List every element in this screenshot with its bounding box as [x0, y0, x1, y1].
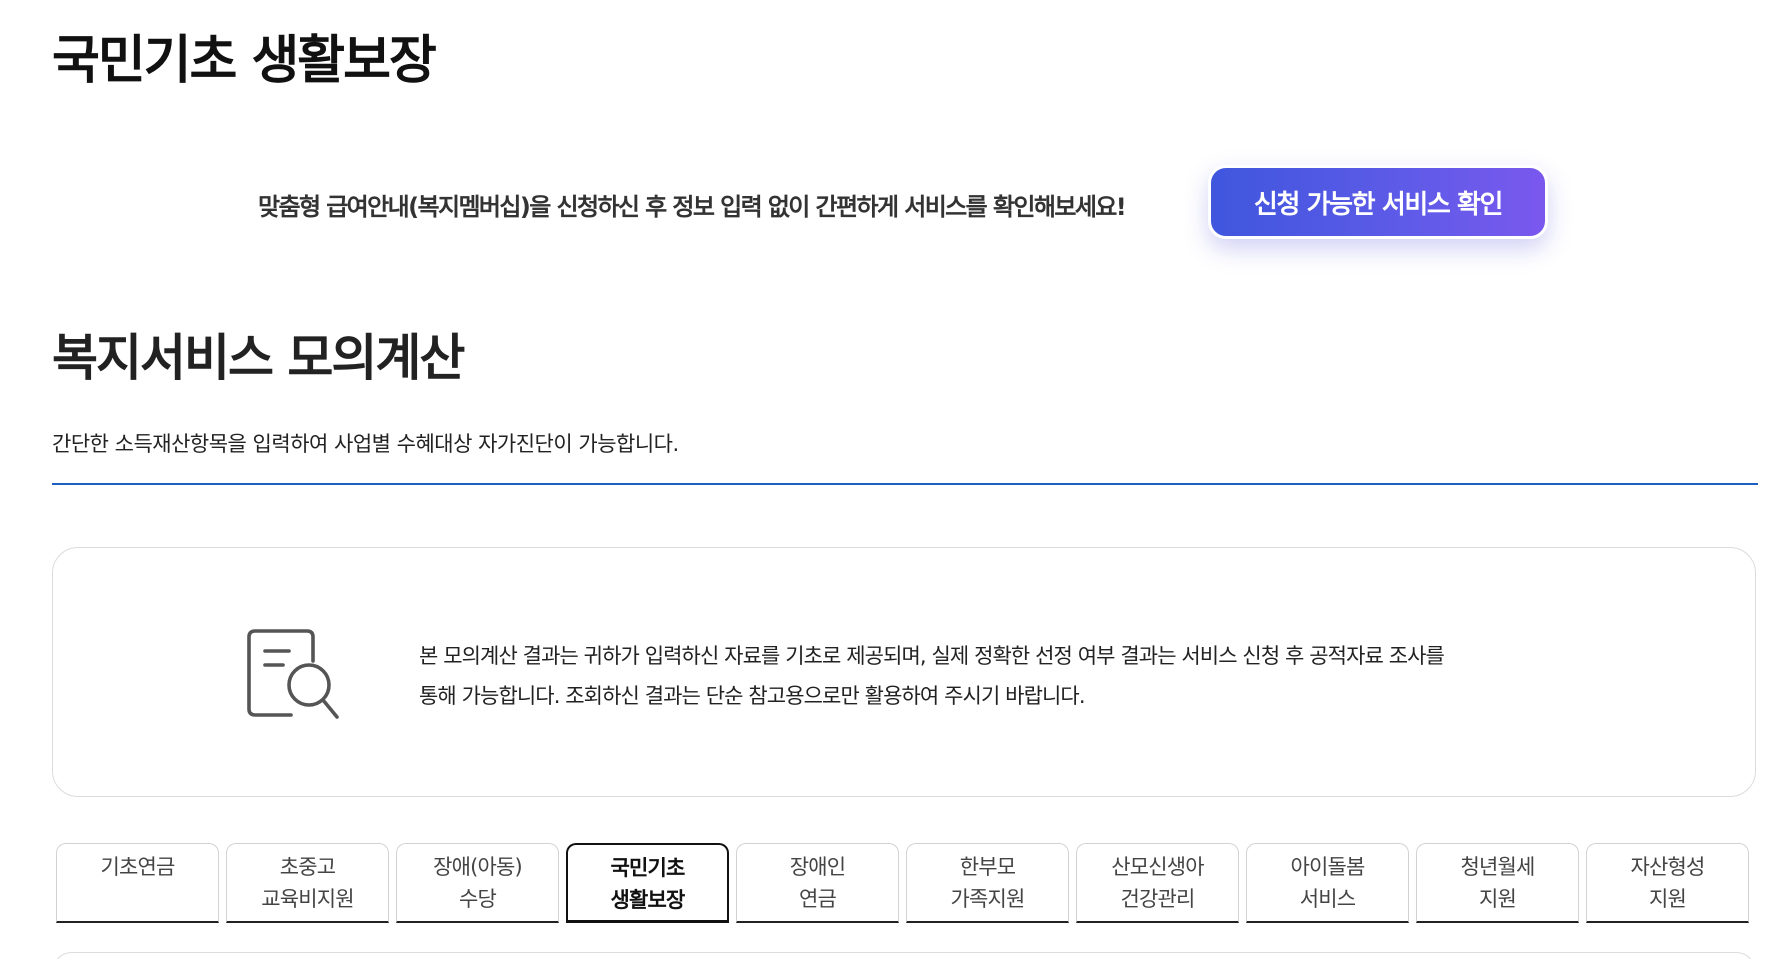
tab-label-sub: 지원: [1478, 887, 1517, 911]
tab-label-sub: 가족지원: [950, 887, 1025, 911]
tab-single-parent-support[interactable]: 한부모 가족지원: [906, 843, 1069, 923]
tab-label: 기초연금: [100, 855, 175, 879]
tab-label-sub: 서비스: [1299, 887, 1356, 911]
section-divider: [52, 483, 1758, 485]
tab-label: 한부모: [959, 855, 1016, 879]
calculator-panel: [52, 952, 1756, 959]
tab-maternal-newborn-care[interactable]: 산모신생아 건강관리: [1076, 843, 1239, 923]
tab-label-sub: 연금: [798, 887, 837, 911]
tab-disability-child-allowance[interactable]: 장애(아동) 수당: [396, 843, 559, 923]
tab-label: 청년월세: [1460, 855, 1535, 879]
section-title: 복지서비스 모의계산: [52, 329, 465, 387]
tab-label-sub: 건강관리: [1120, 887, 1195, 911]
tab-label-sub: 생활보장: [610, 888, 685, 912]
page: 국민기초 생활보장 맞춤형 급여안내(복지멤버십)을 신청하신 후 정보 입력 …: [0, 0, 1783, 959]
tab-label: 산모신생아: [1111, 855, 1204, 879]
tab-label: 아이돌봄: [1290, 855, 1365, 879]
tab-label: 장애인: [789, 855, 846, 879]
tab-disability-pension[interactable]: 장애인 연금: [736, 843, 899, 923]
tab-basic-pension[interactable]: 기초연금: [56, 843, 219, 923]
notice-box: 본 모의계산 결과는 귀하가 입력하신 자료를 기초로 제공되며, 실제 정확한…: [52, 547, 1756, 797]
membership-text: 맞춤형 급여안내(복지멤버십)을 신청하신 후 정보 입력 없이 간편하게 서비…: [258, 193, 1127, 221]
tab-label: 초중고: [279, 855, 336, 879]
service-tabs: 기초연금 초중고 교육비지원 장애(아동) 수당 국민기초 생활보장 장애인 연…: [56, 843, 1756, 923]
tab-label: 장애(아동): [433, 855, 523, 879]
tab-label: 국민기초: [610, 856, 685, 880]
tab-label-sub: 수당: [458, 887, 497, 911]
tab-asset-building-support[interactable]: 자산형성 지원: [1586, 843, 1749, 923]
document-search-icon: [247, 629, 339, 719]
tab-youth-rent-support[interactable]: 청년월세 지원: [1416, 843, 1579, 923]
tab-school-education-support[interactable]: 초중고 교육비지원: [226, 843, 389, 923]
notice-text: 본 모의계산 결과는 귀하가 입력하신 자료를 기초로 제공되며, 실제 정확한…: [419, 644, 1445, 708]
tab-label-sub: 교육비지원: [261, 887, 354, 911]
section-description: 간단한 소득재산항목을 입력하여 사업별 수혜대상 자가진단이 가능합니다.: [52, 432, 679, 456]
tab-basic-livelihood[interactable]: 국민기초 생활보장: [566, 843, 729, 923]
tab-label-sub: 지원: [1648, 887, 1687, 911]
tab-childcare-service[interactable]: 아이돌봄 서비스: [1246, 843, 1409, 923]
page-title: 국민기초 생활보장: [52, 31, 437, 91]
membership-banner: 맞춤형 급여안내(복지멤버십)을 신청하신 후 정보 입력 없이 간편하게 서비…: [0, 165, 1783, 241]
check-available-services-button[interactable]: 신청 가능한 서비스 확인: [1208, 165, 1548, 239]
tab-label: 자산형성: [1630, 855, 1705, 879]
